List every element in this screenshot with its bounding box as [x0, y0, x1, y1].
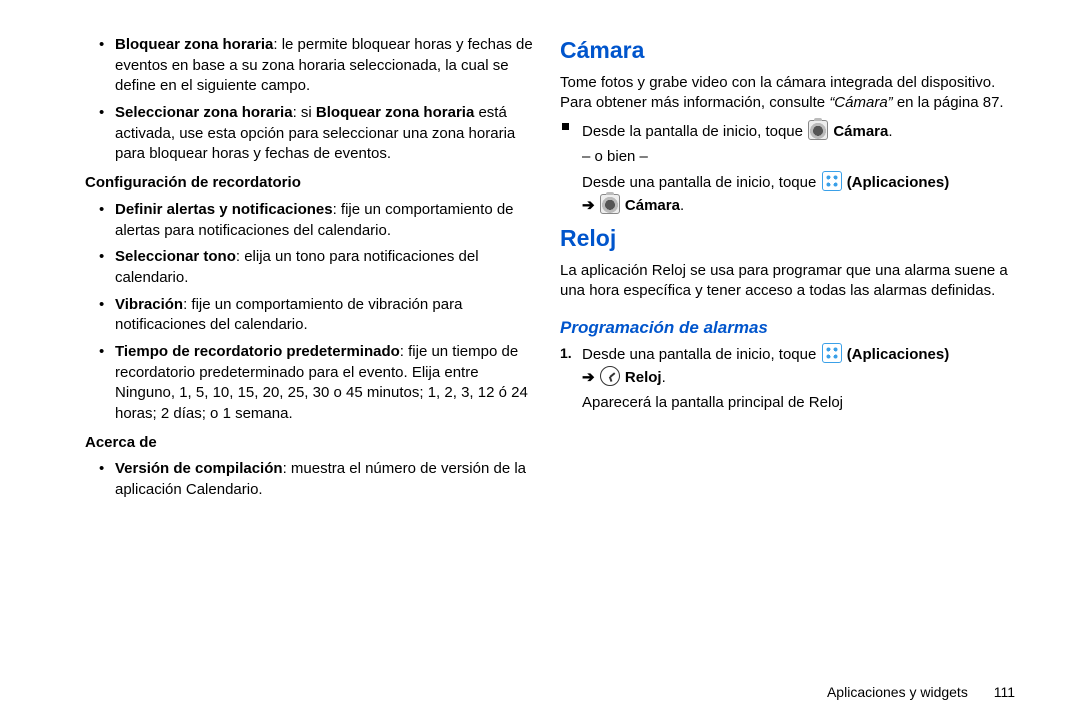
paragraph: La aplicación Reloj se usa para programa…: [560, 261, 1015, 302]
app-label: (Aplicaciones): [847, 174, 950, 191]
section-heading-reloj: Reloj: [560, 223, 1015, 255]
arrow-icon: ➔: [582, 369, 595, 386]
footer-section: Aplicaciones y widgets: [827, 684, 968, 700]
clock-icon: [600, 366, 620, 386]
result-text: Aparecerá la pantalla principal de Reloj: [582, 393, 1015, 414]
or-divider: – o bien –: [582, 147, 1015, 168]
text: : si: [293, 104, 316, 121]
arrow-icon: ➔: [582, 197, 595, 214]
subsection-heading: Configuración de recordatorio: [85, 173, 535, 194]
app-label: Reloj: [625, 369, 662, 386]
subsection-heading-italic: Programación de alarmas: [560, 316, 1015, 339]
page-footer: Aplicaciones y widgets 111: [827, 684, 1015, 700]
list-item: Tiempo de recordatorio predeterminado: f…: [115, 342, 535, 425]
list-item: Versión de compilación: muestra el númer…: [115, 459, 535, 500]
cross-reference: “Cámara”: [829, 94, 892, 111]
page-number: 111: [994, 684, 1015, 700]
term-label-inline: Bloquear zona horaria: [316, 104, 474, 121]
apps-icon: [822, 171, 842, 191]
list-item: Definir alertas y notificaciones: fije u…: [115, 200, 535, 241]
term-label: Seleccionar zona horaria: [115, 104, 293, 121]
apps-icon: [822, 343, 842, 363]
left-column: Bloquear zona horaria: le permite bloque…: [85, 35, 555, 700]
term-label: Versión de compilación: [115, 460, 283, 477]
step-number: 1.: [560, 344, 572, 363]
app-label: Cámara: [625, 197, 680, 214]
step-alt: Desde una pantalla de inicio, toque (Apl…: [582, 171, 1015, 216]
square-bullet-icon: [562, 123, 569, 130]
subsection-heading: Acerca de: [85, 433, 535, 454]
numbered-step: 1. Desde una pantalla de inicio, toque (…: [582, 343, 1015, 388]
app-label: Cámara: [833, 123, 888, 140]
term-label: Tiempo de recordatorio predeterminado: [115, 343, 400, 360]
step-item: Desde la pantalla de inicio, toque Cámar…: [582, 120, 1015, 217]
paragraph: Tome fotos y grabe video con la cámara i…: [560, 73, 1015, 114]
right-column: Cámara Tome fotos y grabe video con la c…: [555, 35, 1025, 700]
list-item: Seleccionar tono: elija un tono para not…: [115, 247, 535, 288]
section-heading-camara: Cámara: [560, 35, 1015, 67]
term-label: Seleccionar tono: [115, 248, 236, 265]
term-label: Bloquear zona horaria: [115, 36, 273, 53]
list-item: Seleccionar zona horaria: si Bloquear zo…: [115, 103, 535, 165]
term-label: Definir alertas y notificaciones: [115, 201, 333, 218]
list-item: Vibración: fije un comportamiento de vib…: [115, 295, 535, 336]
camera-icon: [600, 194, 620, 214]
term-label: Vibración: [115, 296, 183, 313]
camera-icon: [808, 120, 828, 140]
app-label: (Aplicaciones): [847, 346, 950, 363]
list-item: Bloquear zona horaria: le permite bloque…: [115, 35, 535, 97]
